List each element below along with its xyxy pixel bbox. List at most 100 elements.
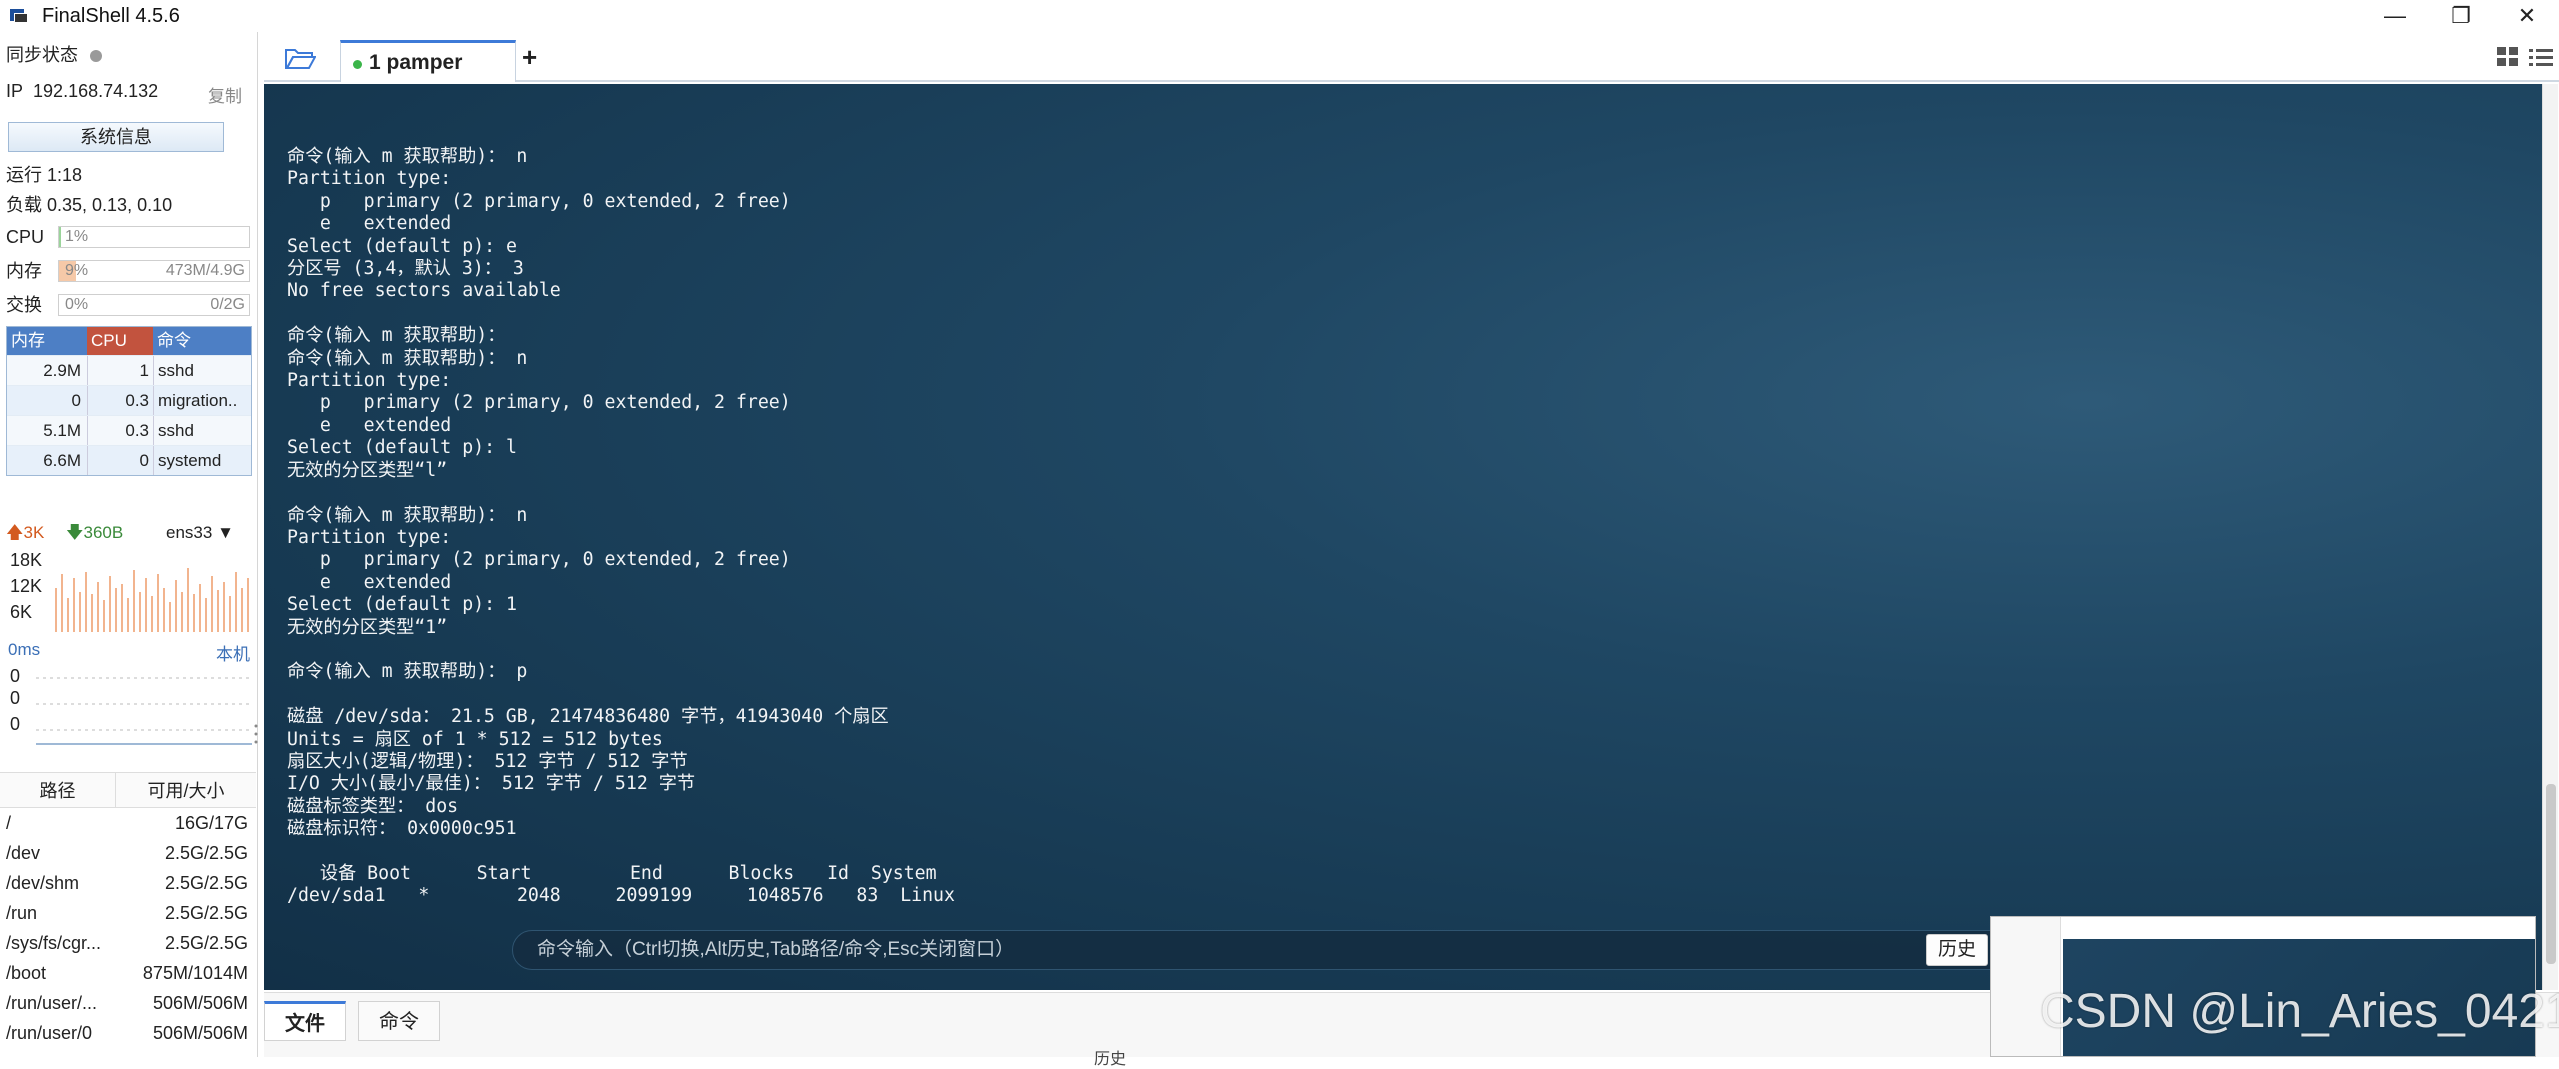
session-tab-bar: 1 pamper + [264,32,2559,82]
panel-splitter-handle[interactable] [254,722,258,746]
interface-select[interactable]: ens33 ▼ [166,520,234,546]
process-row[interactable]: 0 0.3 migration.. [7,385,251,415]
close-button[interactable]: ✕ [2497,0,2557,32]
tab-commands[interactable]: 命令 [358,1001,440,1041]
network-bars [55,568,249,632]
sync-status-label: 同步状态 [6,45,78,65]
process-command: migration.. [153,386,251,415]
ip-value: 192.168.74.132 [33,81,159,101]
terminal-line: 磁盘标识符： 0x0000c951 [287,818,517,840]
disk-row[interactable]: /dev 2.5G/2.5G [0,838,256,868]
ping-target[interactable]: 本机 [216,640,250,665]
disk-table-header: 路径 可用/大小 [0,772,256,808]
disk-path: / [6,813,12,833]
disk-row[interactable]: /run 2.5G/2.5G [0,898,256,928]
cpu-meter: 1% [58,226,250,248]
add-tab-button[interactable]: + [522,42,537,73]
process-row[interactable]: 2.9M 1 sshd [7,355,251,385]
disk-header-path[interactable]: 路径 [0,773,116,807]
terminal-line: e extended [287,414,452,436]
command-input[interactable] [513,931,2103,969]
terminal-line: 命令(输入 m 获取帮助)： p [287,661,528,683]
menu-icon[interactable] [2528,46,2554,68]
ping-latency: 0ms [8,640,41,659]
swap-label: 交换 [6,295,42,315]
process-table: 内存 CPU 命令 2.9M 1 sshd 0 0.3 migration.. … [6,326,252,476]
cpu-percent: 1% [65,228,89,245]
disk-size: 16G/17G [174,813,248,833]
process-header-memory[interactable]: 内存 [7,327,87,355]
ping-gridlines [36,677,252,745]
terminal-line: /dev/sda1 * 2048 2099199 1048576 83 Linu… [287,885,955,907]
process-header-command[interactable]: 命令 [153,327,251,355]
terminal-line: Units = 扇区 of 1 * 512 = 512 bytes [287,728,663,750]
process-memory: 2.9M [43,361,81,380]
ping-y-label: 0 [10,714,21,734]
disk-row[interactable]: /boot 875M/1014M [0,958,256,988]
disk-path: /run [6,903,38,923]
minimize-button[interactable]: — [2365,0,2425,32]
connected-status-dot-icon [353,60,362,69]
ip-row: IP 192.168.74.132 [6,78,158,104]
copy-ip-button[interactable]: 复制 [208,82,242,107]
process-cpu: 0 [87,446,153,475]
uptime: 运行 1:18 [6,165,83,185]
process-table-header: 内存 CPU 命令 [7,327,251,355]
disk-row[interactable]: /run/user/0 506M/506M [0,1018,256,1048]
memory-amount: 473M/4.9G [165,262,245,279]
process-memory: 5.1M [43,421,81,440]
terminal-area[interactable]: 命令(输入 m 获取帮助)： n Partition type: p primar… [264,84,2542,990]
sync-status: 同步状态 [6,42,102,68]
terminal-line: 命令(输入 m 获取帮助)： n [287,146,528,167]
layout-grid-icon[interactable] [2496,46,2520,68]
process-command: sshd [153,416,251,445]
cpu-meter-fill [59,227,61,247]
tab-files[interactable]: 文件 [264,1001,346,1041]
terminal-scrollbar[interactable] [2542,84,2558,990]
folder-open-icon[interactable] [284,46,316,70]
disk-size: 2.5G/2.5G [164,873,248,893]
process-row[interactable]: 6.6M 0 systemd [7,445,251,475]
terminal-line: No free sectors available [287,280,561,302]
bottom-toolbar-partial[interactable]: 历史 [1094,1045,1126,1069]
swap-percent: 0% [65,296,89,313]
tab-session-pamper[interactable]: 1 pamper [340,40,516,82]
history-button[interactable]: 历史 [1926,934,1988,966]
download-value: 360B [83,523,124,542]
maximize-button[interactable]: ❐ [2431,0,2491,32]
arrow-up-icon: 🡅 [6,523,24,542]
scrollbar-thumb[interactable] [2546,784,2556,964]
disk-row[interactable]: / 16G/17G [0,808,256,838]
finalshell-logo-icon [10,7,30,25]
ip-label: IP [6,81,24,101]
net-y-label: 12K [10,576,43,596]
terminal-output: 命令(输入 m 获取帮助)： n Partition type: p primar… [287,146,955,908]
terminal-line: Partition type: [287,526,452,548]
terminal-line: 无效的分区类型“l” [287,459,448,481]
terminal-line: 磁盘 /dev/sda： 21.5 GB, 21474836480 字节，419… [287,706,889,728]
process-cpu: 1 [87,356,153,385]
disk-row[interactable]: /run/user/... 506M/506M [0,988,256,1018]
disk-path: /boot [6,963,47,983]
process-row[interactable]: 5.1M 0.3 sshd [7,415,251,445]
upload-speed: 🡅3K [6,520,44,546]
command-input-bar[interactable] [512,930,2104,970]
disk-header-size[interactable]: 可用/大小 [116,773,256,807]
watermark: CSDN @Lin_Aries_0421 [2040,985,2559,1038]
ping-y-label: 0 [10,666,21,686]
process-memory: 0 [71,391,81,410]
disk-row[interactable]: /sys/fs/cgr... 2.5G/2.5G [0,928,256,958]
tab-label: 1 pamper [369,51,463,74]
disk-size: 875M/1014M [142,963,248,983]
terminal-line: Partition type: [287,370,452,392]
process-cpu: 0.3 [87,386,153,415]
process-header-cpu[interactable]: CPU [87,327,153,355]
memory-label: 内存 [6,261,42,281]
system-info-button[interactable]: 系统信息 [8,122,224,152]
terminal-line: 分区号 (3,4，默认 3)： 3 [287,258,524,280]
download-speed: 🡇360B [66,520,123,546]
memory-percent: 9% [65,262,89,279]
disk-row[interactable]: /dev/shm 2.5G/2.5G [0,868,256,898]
terminal-line: p primary (2 primary, 0 extended, 2 free… [287,392,791,414]
